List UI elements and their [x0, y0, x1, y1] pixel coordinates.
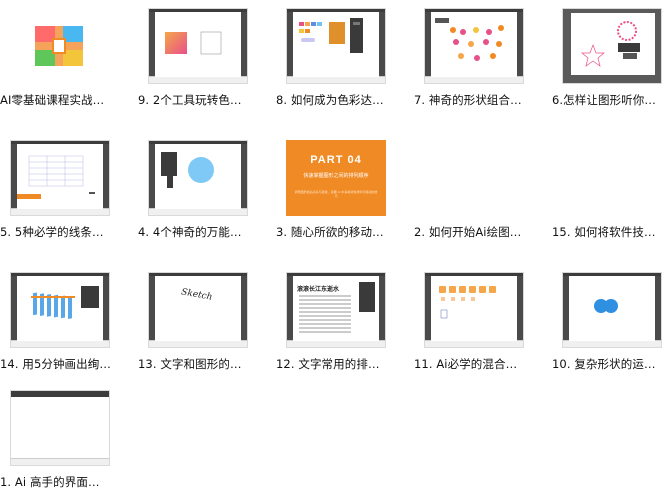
item-label: 5. 5种必学的线条…: [0, 225, 104, 239]
star-shapes-thumbnail: [562, 8, 662, 84]
item-label: 9. 2个工具玩转色…: [138, 93, 242, 107]
line-grid-thumbnail: [10, 140, 110, 216]
folder-icon: [10, 8, 110, 84]
video-item-2[interactable]: 8. 如何成为色彩达…: [276, 0, 396, 112]
interface-thumbnail: [10, 390, 110, 466]
item-label: 2. 如何开始Ai绘图…: [414, 225, 522, 239]
video-item-7[interactable]: PART 04 快速掌握图形之间的排列顺序 调整图形前后关系与层级，掌握 Ai …: [276, 132, 396, 244]
video-item-10[interactable]: 14. 用5分钟画出绚…: [0, 264, 120, 376]
video-item-8[interactable]: 2. 如何开始Ai绘图…: [414, 132, 534, 244]
text-layout-thumbnail: 滚滚长江东逝水: [286, 272, 386, 348]
slide-subtitle: 快速掌握图形之间的排列顺序: [303, 173, 369, 179]
item-label: AI零基础课程实战…: [0, 93, 105, 107]
video-item-4[interactable]: 6.怎样让图形听你…: [552, 0, 672, 112]
item-label: 7. 神奇的形状组合…: [414, 93, 522, 107]
video-item-15[interactable]: 1. Ai 高手的界面…: [0, 382, 120, 494]
item-label: 15. 如何将软件技…: [552, 225, 656, 239]
item-label: 14. 用5分钟画出绚…: [0, 357, 111, 371]
video-item-14[interactable]: 10. 复杂形状的运…: [552, 264, 672, 376]
item-label: 3. 随心所欲的移动…: [276, 225, 384, 239]
video-item-6[interactable]: 4. 4个神奇的万能…: [138, 132, 258, 244]
gradient-square-thumbnail: [148, 8, 248, 84]
blue-blobs-thumbnail: [562, 272, 662, 348]
blue-columns-thumbnail: [10, 272, 110, 348]
color-panels-thumbnail: [286, 8, 386, 84]
item-label: 10. 复杂形状的运…: [552, 357, 656, 371]
video-item-9[interactable]: 15. 如何将软件技…: [552, 132, 672, 244]
item-label: 13. 文字和图形的…: [138, 357, 242, 371]
blank-thumbnail: [424, 140, 524, 216]
video-item-12[interactable]: 滚滚长江东逝水 12. 文字常用的排…: [276, 264, 396, 376]
text-curve-thumbnail: Sketch: [148, 272, 248, 348]
item-label: 1. Ai 高手的界面…: [0, 475, 100, 489]
blank-thumbnail: [562, 140, 662, 216]
shape-combos-thumbnail: [424, 8, 524, 84]
item-label: 4. 4个神奇的万能…: [138, 225, 242, 239]
item-label: 8. 如何成为色彩达…: [276, 93, 384, 107]
video-item-5[interactable]: 5. 5种必学的线条…: [0, 132, 120, 244]
item-label: 11. Ai必学的混合…: [414, 357, 518, 371]
slide-title: PART 04: [310, 154, 362, 166]
blue-circle-thumbnail: [148, 140, 248, 216]
item-label: 6.怎样让图形听你…: [552, 93, 656, 107]
video-item-1[interactable]: 9. 2个工具玩转色…: [138, 0, 258, 112]
slide-caption: 调整图形前后关系与层级，掌握 Ai 中多种对象排列与移动的技巧: [294, 190, 378, 198]
video-item-13[interactable]: 11. Ai必学的混合…: [414, 264, 534, 376]
curved-text: Sketch: [180, 287, 214, 303]
video-item-11[interactable]: Sketch 13. 文字和图形的…: [138, 264, 258, 376]
blend-shapes-thumbnail: [424, 272, 524, 348]
item-label: 12. 文字常用的排…: [276, 357, 380, 371]
video-item-3[interactable]: 7. 神奇的形状组合…: [414, 0, 534, 112]
orange-title-thumbnail: PART 04 快速掌握图形之间的排列顺序 调整图形前后关系与层级，掌握 Ai …: [286, 140, 386, 216]
folder-item-0[interactable]: AI零基础课程实战…: [0, 0, 120, 112]
